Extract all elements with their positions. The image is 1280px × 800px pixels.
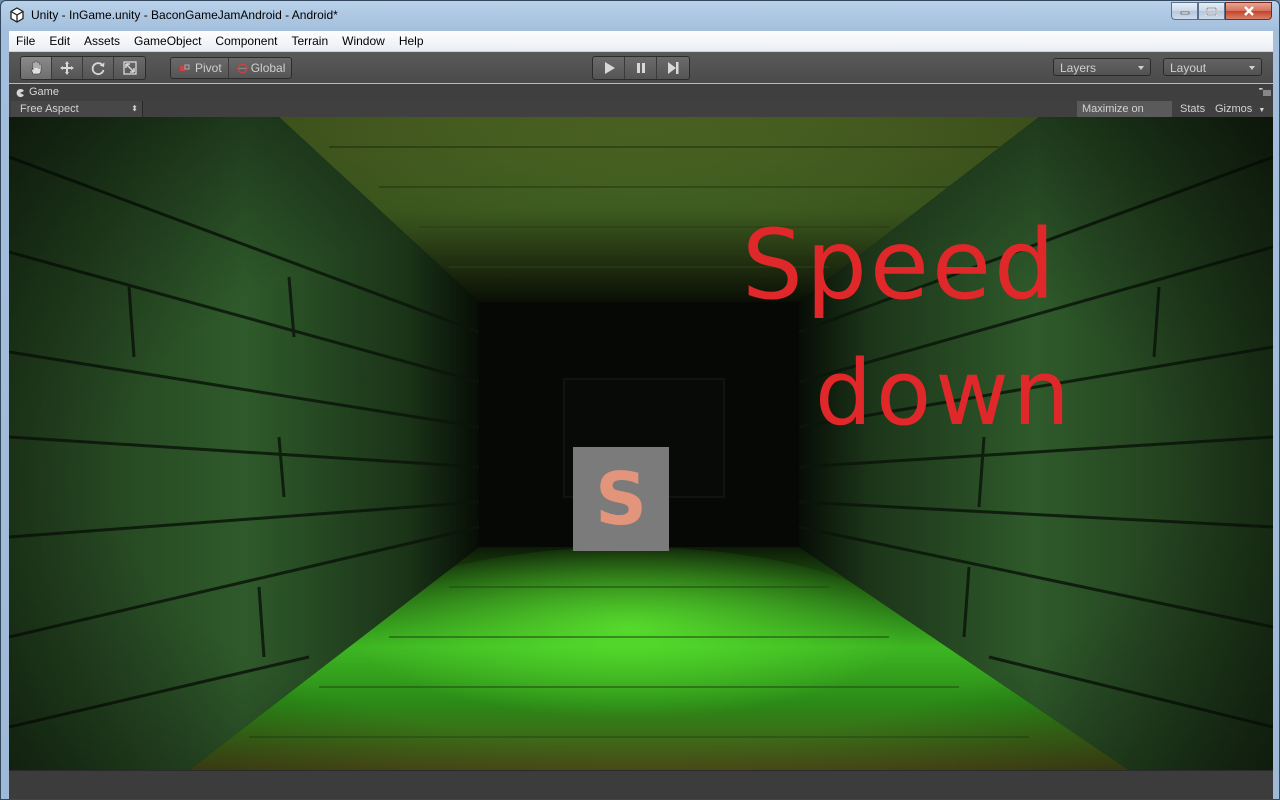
aspect-label: Free Aspect [20, 103, 79, 115]
maximize-button[interactable] [1198, 2, 1225, 20]
menu-window[interactable]: Window [335, 31, 392, 51]
unity-window: Unity - InGame.unity - BaconGameJamAndro… [0, 0, 1280, 800]
pivot-icon [180, 64, 190, 71]
maximize-icon [1206, 6, 1217, 16]
chevron-down-icon: ▼ [1258, 107, 1266, 114]
step-button[interactable] [657, 57, 689, 79]
menu-bar: File Edit Assets GameObject Component Te… [9, 31, 1273, 52]
menu-gameobject[interactable]: GameObject [127, 31, 208, 51]
rotate-icon [91, 62, 105, 76]
layers-label: Layers [1060, 61, 1097, 75]
aspect-dropdown[interactable]: Free Aspect ⬍ [11, 101, 143, 117]
panel-menu-icon[interactable] [1259, 88, 1271, 97]
unity-logo-icon [10, 7, 24, 23]
tab-game[interactable]: Game [15, 84, 59, 101]
pickup-letter: S [595, 457, 647, 541]
chevron-down-icon [1249, 66, 1255, 70]
menu-file[interactable]: File [9, 31, 42, 51]
rotate-tool-button[interactable] [83, 57, 114, 79]
pickup-block: S [573, 447, 669, 551]
menu-help[interactable]: Help [392, 31, 431, 51]
stats-label: Stats [1180, 103, 1206, 115]
maximize-on-play-toggle[interactable]: Maximize on Play [1077, 101, 1172, 131]
hand-tool-button[interactable] [21, 57, 52, 79]
close-button[interactable] [1225, 2, 1272, 20]
move-tool-button[interactable] [52, 57, 83, 79]
chevron-down-icon [1138, 66, 1144, 70]
layout-label: Layout [1170, 61, 1207, 75]
menu-edit[interactable]: Edit [42, 31, 77, 51]
menu-assets[interactable]: Assets [77, 31, 127, 51]
tab-game-label: Game [29, 86, 59, 98]
move-icon [60, 61, 74, 75]
scale-tool-button[interactable] [114, 57, 145, 79]
minimize-button[interactable] [1171, 2, 1198, 20]
play-icon [604, 62, 615, 74]
playback-controls [592, 56, 690, 80]
play-button[interactable] [593, 57, 625, 79]
game-viewport[interactable]: S Speed down [9, 117, 1273, 770]
pause-icon [636, 63, 645, 73]
updown-arrows-icon: ⬍ [131, 104, 138, 113]
layers-dropdown[interactable]: Layers [1053, 58, 1151, 76]
global-button[interactable]: Global [229, 58, 292, 78]
corridor-scene [9, 117, 1273, 770]
stats-toggle[interactable]: Stats [1175, 101, 1210, 117]
minimize-icon [1180, 11, 1189, 15]
step-icon [668, 62, 679, 74]
title-bar[interactable]: Unity - InGame.unity - BaconGameJamAndro… [1, 1, 1279, 30]
speed-overlay-line1: Speed [742, 209, 1058, 321]
scale-icon [122, 61, 137, 75]
transform-tools [20, 56, 146, 80]
pivot-toggle-group: Pivot Global [170, 57, 293, 79]
game-view-header: Game [9, 84, 1273, 101]
close-icon [1243, 6, 1254, 16]
pivot-button[interactable]: Pivot [171, 58, 229, 78]
game-view-toolbar: Free Aspect ⬍ Maximize on Play Stats Giz… [9, 101, 1273, 131]
global-label: Global [250, 61, 286, 75]
window-title: Unity - InGame.unity - BaconGameJamAndro… [31, 8, 338, 22]
pacman-icon [16, 88, 24, 97]
global-icon [237, 63, 248, 73]
caption-buttons [1171, 2, 1272, 21]
layout-dropdown[interactable]: Layout [1163, 58, 1262, 76]
pause-button[interactable] [625, 57, 657, 79]
hand-icon [30, 60, 42, 75]
status-bar [9, 770, 1273, 799]
gizmos-dropdown[interactable]: Gizmos ▼ [1210, 101, 1270, 117]
main-toolbar: Pivot Global Layers Layout [9, 52, 1273, 83]
speed-overlay-line2: down [815, 341, 1074, 446]
gizmos-label: Gizmos [1215, 103, 1253, 115]
pivot-label: Pivot [195, 61, 222, 75]
menu-component[interactable]: Component [208, 31, 284, 51]
menu-terrain[interactable]: Terrain [284, 31, 335, 51]
